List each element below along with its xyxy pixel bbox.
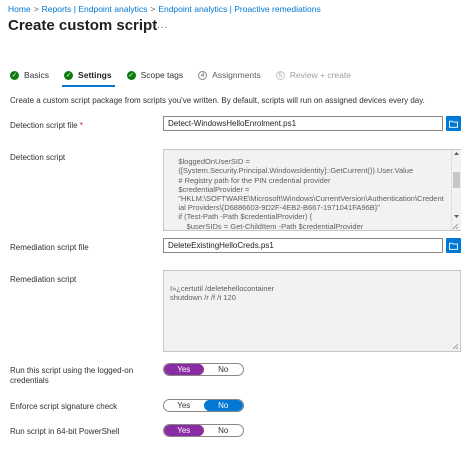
breadcrumb: Home > Reports | Endpoint analytics > En… [8,4,321,14]
scroll-down-arrow-icon[interactable] [453,214,460,219]
breadcrumb-reports[interactable]: Reports | Endpoint analytics [42,4,148,14]
toggle-no[interactable]: No [204,364,244,375]
code-line: if (Test-Path -Path $credentialProvider)… [170,212,313,222]
tab-review-create: 5 Review + create [275,70,351,80]
tab-settings[interactable]: ✓ Settings [64,70,112,80]
detection-script-label: Detection script [10,153,66,162]
wizard-steps: ✓ Basics ✓ Settings ✓ Scope tags 4 Assig… [10,70,366,80]
detection-script-scrollbar[interactable] [451,150,461,230]
tab-scope-tags[interactable]: ✓ Scope tags [126,70,184,80]
step-label: Settings [78,70,112,80]
checkmark-icon: ✓ [126,70,136,80]
code-line: ([System.Security.Principal.WindowsIdent… [170,166,414,176]
code-line: $userSIDs = Get-ChildItem -Path $credent… [170,221,364,231]
remediation-file-label: Remediation script file [10,243,89,252]
code-line: # Registry path for the PIN credential p… [170,175,331,185]
tab-assignments[interactable]: 4 Assignments [198,70,261,80]
step-label: Review + create [289,70,351,80]
code-line: $credentialProvider = [170,184,250,194]
scroll-up-arrow-icon[interactable] [453,151,460,156]
remediation-script-editor[interactable]: ï»¿certutil /deletehellocontainer shutdow… [163,270,461,352]
scroll-thumb[interactable] [453,172,460,188]
breadcrumb-separator: > [150,4,156,14]
detection-script-editor[interactable]: $loggedOnUserSID = ([System.Security.Pri… [163,149,461,231]
run-logged-on-toggle[interactable]: Yes No [163,363,244,376]
required-marker: * [79,121,83,130]
toggle-yes[interactable]: Yes [164,400,204,411]
detection-file-label-text: Detection script file [10,121,78,130]
step-label: Assignments [212,70,261,80]
toggle-yes[interactable]: Yes [164,364,204,375]
code-line: ï»¿certutil /deletehellocontainer [170,284,275,294]
folder-icon [449,242,458,250]
remediation-file-input[interactable]: DeleteExistingHelloCreds.ps1 [163,238,443,253]
active-tab-indicator [62,85,115,87]
code-line: $loggedOnUserSID = [170,157,250,167]
breadcrumb-proactive-remediations[interactable]: Endpoint analytics | Proactive remediati… [158,4,320,14]
run-logged-on-label: Run this script using the logged-on cred… [10,366,134,385]
resize-grip-icon[interactable] [452,343,459,350]
toggle-no[interactable]: No [203,400,243,411]
remediation-file-browse-button[interactable] [446,238,461,253]
remediation-script-label: Remediation script [10,275,77,284]
more-icon[interactable]: ... [157,20,168,31]
run-64bit-toggle[interactable]: Yes No [163,424,244,437]
tab-basics[interactable]: ✓ Basics [10,70,49,80]
run-64bit-label: Run script in 64-bit PowerShell [10,427,120,436]
breadcrumb-separator: > [33,4,39,14]
step-label: Basics [24,70,50,80]
enforce-signature-label: Enforce script signature check [10,402,118,411]
code-line: shutdown /r /f /t 120 [170,293,236,303]
breadcrumb-home[interactable]: Home [8,4,31,14]
page-title: Create custom script [8,17,158,34]
detection-file-input[interactable]: Detect-WindowsHelloEnrolment.ps1 [163,116,443,131]
step-number: 4 [198,70,208,80]
checkmark-icon: ✓ [10,70,19,80]
resize-grip-icon[interactable] [452,223,459,230]
page-description: Create a custom script package from scri… [10,96,425,105]
step-label: Scope tags [140,70,184,80]
detection-file-label: Detection script file * [10,121,83,130]
detection-file-browse-button[interactable] [446,116,461,131]
checkmark-icon: ✓ [64,70,74,80]
enforce-signature-toggle[interactable]: Yes No [163,399,244,412]
toggle-no[interactable]: No [204,425,244,436]
toggle-yes[interactable]: Yes [164,425,204,436]
code-line: ial Providers\{D6886603-9D2F-4EB2-B667-1… [170,203,380,213]
code-line: "HKLM:\SOFTWARE\Microsoft\Windows\Curren… [170,194,444,204]
step-number: 5 [275,70,285,80]
folder-icon [449,120,458,128]
